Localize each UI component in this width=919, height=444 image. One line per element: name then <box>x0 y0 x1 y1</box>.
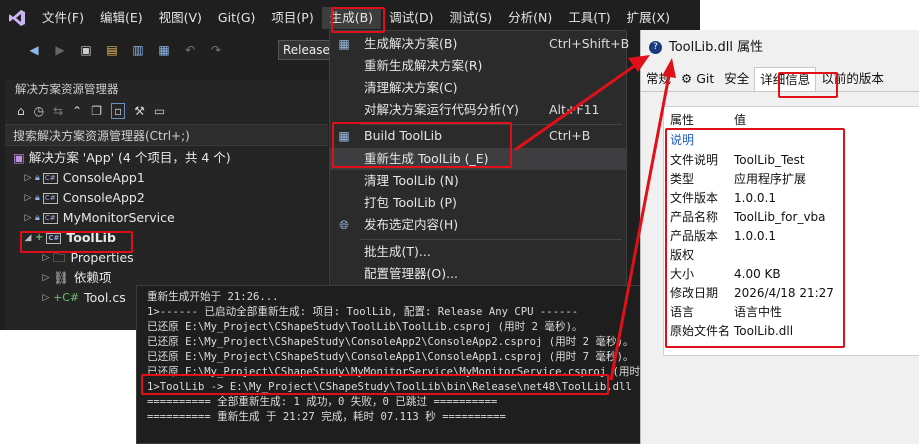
arrowhead <box>662 58 676 78</box>
arrow-line <box>514 60 641 152</box>
arrow-line <box>609 69 672 381</box>
annotation-arrows <box>514 55 676 381</box>
